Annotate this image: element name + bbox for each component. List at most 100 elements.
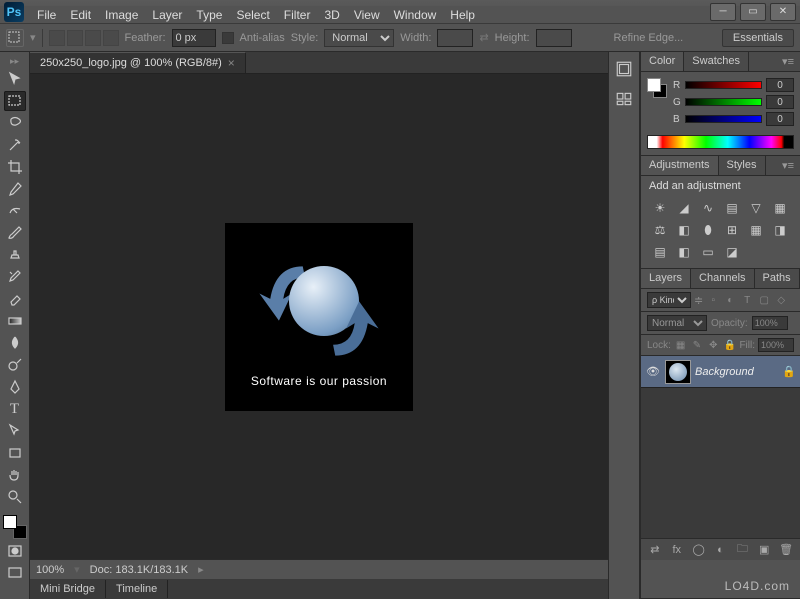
menu-select[interactable]: Select bbox=[229, 8, 276, 22]
new-adjustment-icon[interactable]: ◐ bbox=[713, 542, 729, 558]
blur-tool[interactable] bbox=[4, 333, 26, 353]
layer-filter-kind[interactable]: ρ Kind bbox=[647, 292, 691, 308]
tab-swatches[interactable]: Swatches bbox=[684, 52, 749, 71]
panel-menu-icon[interactable]: ▾≡ bbox=[776, 156, 800, 175]
magic-wand-tool[interactable] bbox=[4, 135, 26, 155]
selection-subtract-icon[interactable] bbox=[85, 30, 101, 46]
tab-paths[interactable]: Paths bbox=[755, 269, 800, 288]
brightness-icon[interactable]: ☀ bbox=[651, 200, 669, 216]
type-tool[interactable]: T bbox=[4, 399, 26, 419]
selection-new-icon[interactable] bbox=[49, 30, 65, 46]
tab-channels[interactable]: Channels bbox=[691, 269, 754, 288]
posterize-icon[interactable]: ▤ bbox=[651, 244, 669, 260]
hue-sat-icon[interactable]: ▦ bbox=[771, 200, 789, 216]
menu-type[interactable]: Type bbox=[189, 8, 229, 22]
menu-view[interactable]: View bbox=[347, 8, 387, 22]
window-maximize-button[interactable]: ▭ bbox=[740, 3, 766, 21]
color-lookup-icon[interactable]: ▦ bbox=[747, 222, 765, 238]
lasso-tool[interactable] bbox=[4, 113, 26, 133]
close-icon[interactable]: × bbox=[228, 56, 235, 70]
menu-filter[interactable]: Filter bbox=[277, 8, 318, 22]
color-spectrum[interactable] bbox=[647, 135, 794, 149]
r-input[interactable] bbox=[766, 78, 794, 92]
tab-layers[interactable]: Layers bbox=[641, 269, 691, 288]
color-swatch[interactable] bbox=[3, 515, 27, 539]
b-input[interactable] bbox=[766, 112, 794, 126]
document-tab[interactable]: 250x250_logo.jpg @ 100% (RGB/8#) × bbox=[30, 52, 246, 73]
canvas-area[interactable]: Software is our passion bbox=[30, 74, 608, 559]
curves-icon[interactable]: ∿ bbox=[699, 200, 717, 216]
new-layer-icon[interactable]: ▣ bbox=[756, 542, 772, 558]
levels-icon[interactable]: ◢ bbox=[675, 200, 693, 216]
layer-style-icon[interactable]: fx bbox=[669, 542, 685, 558]
selection-add-icon[interactable] bbox=[67, 30, 83, 46]
layer-row[interactable]: 👁 Background 🔒 bbox=[641, 356, 800, 388]
eyedropper-tool[interactable] bbox=[4, 179, 26, 199]
filter-smart-icon[interactable]: ◇ bbox=[774, 293, 788, 307]
lock-transparency-icon[interactable]: ▦ bbox=[674, 338, 687, 352]
foreground-color-swatch[interactable] bbox=[3, 515, 17, 529]
healing-brush-tool[interactable] bbox=[4, 201, 26, 221]
crop-tool[interactable] bbox=[4, 157, 26, 177]
menu-help[interactable]: Help bbox=[443, 8, 482, 22]
pen-tool[interactable] bbox=[4, 377, 26, 397]
move-tool[interactable] bbox=[4, 69, 26, 89]
shape-tool[interactable] bbox=[4, 443, 26, 463]
history-brush-tool[interactable] bbox=[4, 267, 26, 287]
feather-input[interactable] bbox=[172, 29, 216, 47]
tab-timeline[interactable]: Timeline bbox=[106, 580, 168, 598]
color-balance-icon[interactable]: ⚖ bbox=[651, 222, 669, 238]
style-select[interactable]: Normal bbox=[324, 29, 394, 47]
tab-mini-bridge[interactable]: Mini Bridge bbox=[30, 580, 106, 598]
photo-filter-icon[interactable]: ⬮ bbox=[699, 222, 717, 238]
layer-name[interactable]: Background bbox=[695, 366, 778, 378]
window-close-button[interactable]: ✕ bbox=[770, 3, 796, 21]
quick-mask-tool[interactable] bbox=[4, 541, 26, 561]
color-picker-swatch[interactable] bbox=[647, 78, 667, 98]
gradient-tool[interactable] bbox=[4, 311, 26, 331]
b-slider[interactable] bbox=[685, 115, 762, 123]
vibrance-icon[interactable]: ▽ bbox=[747, 200, 765, 216]
marquee-tool[interactable] bbox=[4, 91, 26, 111]
delete-layer-icon[interactable]: 🗑 bbox=[778, 542, 794, 558]
layer-thumbnail[interactable] bbox=[665, 360, 691, 384]
visibility-icon[interactable]: 👁 bbox=[645, 365, 661, 378]
clone-stamp-tool[interactable] bbox=[4, 245, 26, 265]
invert-icon[interactable]: ◨ bbox=[771, 222, 789, 238]
refine-edge-button[interactable]: Refine Edge... bbox=[614, 32, 684, 44]
panel-menu-icon[interactable]: ▾≡ bbox=[776, 52, 800, 71]
filter-shape-icon[interactable]: ▢ bbox=[757, 293, 771, 307]
path-selection-tool[interactable] bbox=[4, 421, 26, 441]
layer-mask-icon[interactable]: ◯ bbox=[691, 542, 707, 558]
filter-adjust-icon[interactable]: ◐ bbox=[723, 293, 737, 307]
selection-intersect-icon[interactable] bbox=[103, 30, 119, 46]
layer-lock-icon[interactable]: 🔒 bbox=[782, 365, 796, 378]
zoom-tool[interactable] bbox=[4, 487, 26, 507]
menu-window[interactable]: Window bbox=[387, 8, 444, 22]
selective-color-icon[interactable]: ◪ bbox=[723, 244, 741, 260]
brush-tool[interactable] bbox=[4, 223, 26, 243]
threshold-icon[interactable]: ◧ bbox=[675, 244, 693, 260]
tool-preset-icon[interactable] bbox=[6, 29, 24, 47]
hand-tool[interactable] bbox=[4, 465, 26, 485]
filter-type-icon[interactable]: T bbox=[740, 293, 754, 307]
lock-all-icon[interactable]: 🔒 bbox=[723, 338, 736, 352]
history-panel-icon[interactable] bbox=[613, 58, 635, 80]
r-slider[interactable] bbox=[685, 81, 762, 89]
window-minimize-button[interactable]: ─ bbox=[710, 3, 736, 21]
new-group-icon[interactable]: 🗀 bbox=[734, 542, 750, 558]
tab-styles[interactable]: Styles bbox=[719, 156, 766, 175]
tab-color[interactable]: Color bbox=[641, 52, 684, 71]
workspace-essentials-button[interactable]: Essentials bbox=[722, 29, 794, 47]
filter-pixel-icon[interactable]: ▫ bbox=[706, 293, 720, 307]
dodge-tool[interactable] bbox=[4, 355, 26, 375]
menu-3d[interactable]: 3D bbox=[317, 8, 346, 22]
channel-mixer-icon[interactable]: ⊞ bbox=[723, 222, 741, 238]
eraser-tool[interactable] bbox=[4, 289, 26, 309]
tab-adjustments[interactable]: Adjustments bbox=[641, 156, 719, 175]
menu-layer[interactable]: Layer bbox=[145, 8, 189, 22]
screen-mode-tool[interactable] bbox=[4, 563, 26, 583]
zoom-level[interactable]: 100% bbox=[36, 564, 64, 576]
properties-panel-icon[interactable] bbox=[613, 88, 635, 110]
lock-position-icon[interactable]: ✥ bbox=[707, 338, 720, 352]
